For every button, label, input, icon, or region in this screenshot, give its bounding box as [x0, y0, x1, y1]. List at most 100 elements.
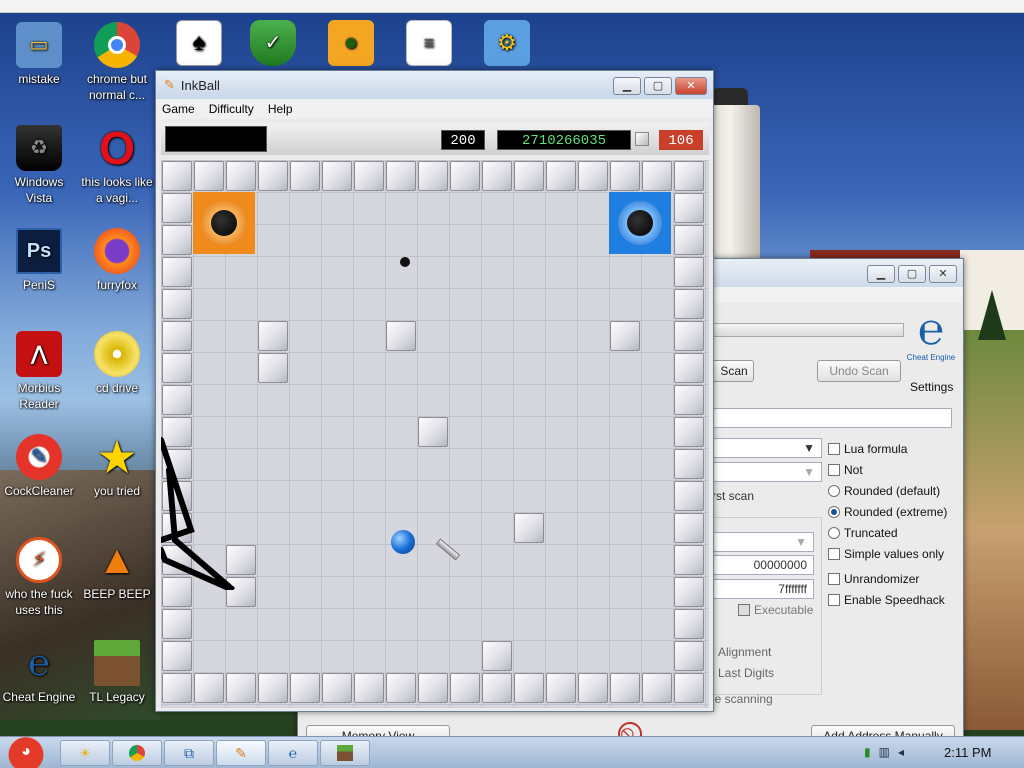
wall-block: [546, 161, 576, 191]
window-title: InkBall: [180, 77, 220, 93]
ink-stroke: [161, 437, 235, 590]
desktop-icon-ccleaner[interactable]: ✎ CockCleaner: [0, 434, 78, 499]
inkball-app-icon: ✎: [164, 77, 175, 92]
pause-scanning-label: le scanning: [712, 692, 773, 706]
desktop-icon-cd-drive[interactable]: cd drive: [78, 331, 156, 396]
desktop-icon-cheat-engine[interactable]: ℮ Cheat Engine: [0, 640, 78, 705]
start-address-field[interactable]: 00000000: [712, 555, 814, 575]
wall-block: [322, 673, 352, 703]
vlc-icon: ▲: [97, 538, 137, 582]
wall-block: [450, 673, 480, 703]
wall-block: [482, 673, 512, 703]
wall-block: [162, 289, 192, 319]
wall-block: [162, 673, 192, 703]
rounded-default-radio[interactable]: Rounded (default): [828, 484, 940, 498]
taskbar-minecraft[interactable]: [320, 740, 370, 766]
wall-block: [226, 161, 256, 191]
desktop-icon-chrome[interactable]: chrome but normal c...: [78, 22, 156, 103]
rounded-extreme-radio[interactable]: Rounded (extreme): [828, 505, 947, 519]
speedhack-checkbox[interactable]: Enable Speedhack: [828, 593, 945, 607]
menu-help[interactable]: Help: [268, 102, 293, 116]
close-button[interactable]: ✕: [675, 77, 707, 95]
menu-bar: Game Difficulty Help: [156, 99, 713, 119]
desktop-icon-star[interactable]: ★ you tried: [78, 434, 156, 499]
not-checkbox[interactable]: Not: [828, 463, 863, 477]
wall-block: [322, 161, 352, 191]
wall-block: [450, 161, 480, 191]
game-board[interactable]: [161, 160, 709, 708]
truncated-radio[interactable]: Truncated: [828, 526, 898, 540]
close-button[interactable]: ✕: [929, 265, 957, 283]
stop-address-field[interactable]: 7fffffff: [712, 579, 814, 599]
wall-block: [578, 673, 608, 703]
desktop-icon-opera[interactable]: O this looks like a vagi...: [78, 125, 156, 206]
wall-block: [162, 257, 192, 287]
executable-checkbox[interactable]: Executable: [738, 603, 813, 617]
wall-block: [258, 321, 288, 351]
desktop-icon-acrobat[interactable]: ⋀ Morbius Reader: [0, 331, 78, 412]
wall-block: [354, 161, 384, 191]
undo-scan-button[interactable]: Undo Scan: [817, 360, 901, 382]
desktop-icon-vlc[interactable]: ▲ BEEP BEEP: [78, 537, 156, 602]
minimize-button[interactable]: ▁: [867, 265, 895, 283]
taskbar-network[interactable]: ⧉: [164, 740, 214, 766]
ball-counter-icon: [635, 132, 649, 146]
lua-formula-checkbox[interactable]: Lua formula: [828, 442, 907, 456]
menu-game[interactable]: Game: [162, 102, 195, 116]
cards-icon[interactable]: ♠: [160, 20, 238, 69]
wall-block: [674, 257, 704, 287]
taskbar-cheat-engine[interactable]: ℮: [268, 740, 318, 766]
wall-block: [162, 385, 192, 415]
wall-block: [162, 321, 192, 351]
desktop-icon-recycle-bin[interactable]: ♻ Windows Vista: [0, 125, 78, 206]
clock[interactable]: 2:11 PM: [944, 745, 991, 760]
desktop-icon-photoshop[interactable]: Ps PeniS: [0, 228, 78, 293]
wall-block: [162, 609, 192, 639]
desktop-icon-firefox[interactable]: furryfox: [78, 228, 156, 293]
minimize-button[interactable]: ▁: [613, 77, 641, 95]
wall-block: [642, 161, 672, 191]
wall-block: [674, 321, 704, 351]
value-input[interactable]: [678, 408, 952, 428]
taskbar-inkball[interactable]: ✎: [216, 740, 266, 766]
cheat-engine-icon: ℮: [28, 642, 50, 683]
cheat-engine-logo[interactable]: ℮ Cheat Engine: [904, 307, 958, 371]
bad-piggies-icon[interactable]: ●: [312, 20, 390, 69]
taskbar-explorer[interactable]: ☀: [60, 740, 110, 766]
wall-block: [674, 449, 704, 479]
wall-block: [546, 673, 576, 703]
maximize-button[interactable]: ▢: [644, 77, 672, 95]
wall-block: [386, 161, 416, 191]
region-select[interactable]: ▼: [712, 532, 814, 552]
score-bar: 200 2710266035 0 106: [161, 123, 709, 155]
unrandomizer-checkbox[interactable]: Unrandomizer: [828, 572, 919, 586]
taskbar-chrome[interactable]: [112, 740, 162, 766]
network-icon: ⧉: [184, 744, 194, 761]
wall-block: [674, 353, 704, 383]
orange-hole: [193, 192, 255, 254]
documents-icon[interactable]: ≡: [390, 20, 468, 69]
start-button[interactable]: ◕: [4, 733, 48, 768]
wall-block: [482, 161, 512, 191]
time-remaining-display: 106: [659, 130, 703, 150]
wall-block: [482, 641, 512, 671]
wall-block: [674, 641, 704, 671]
menu-difficulty[interactable]: Difficulty: [209, 102, 254, 116]
maximize-button[interactable]: ▢: [898, 265, 926, 283]
desktop-icon-flash[interactable]: ⚡ who the fuck uses this: [0, 537, 78, 618]
desktop-icon-mistake[interactable]: ▭ mistake: [0, 22, 78, 87]
settings-link[interactable]: Settings: [910, 380, 953, 394]
security-shield-icon[interactable]: ✓: [234, 20, 312, 69]
wall-block: [674, 609, 704, 639]
wall-block: [674, 577, 704, 607]
volume-icon[interactable]: ◂: [898, 745, 904, 761]
simple-values-checkbox[interactable]: Simple values only: [828, 547, 944, 561]
battery-icon[interactable]: ▮: [864, 745, 871, 761]
inkball-icon: ✎: [235, 744, 247, 761]
wall-block: [674, 417, 704, 447]
control-panel-icon[interactable]: ⚙: [468, 20, 546, 69]
blue-ball: [391, 530, 415, 554]
network-tray-icon[interactable]: ▥: [879, 745, 890, 761]
desktop-icon-minecraft[interactable]: TL Legacy: [78, 640, 156, 705]
wall-block: [354, 673, 384, 703]
